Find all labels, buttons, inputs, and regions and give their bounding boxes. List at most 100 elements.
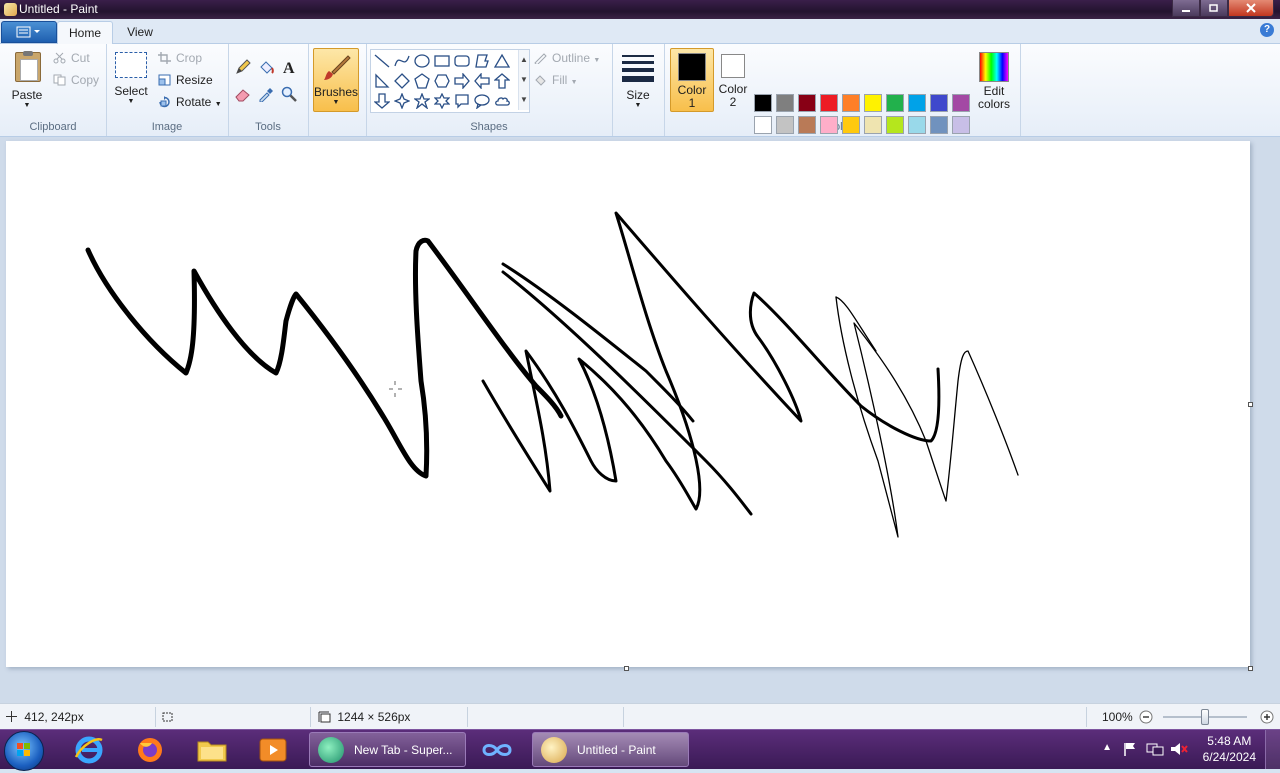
palette-color-swatch[interactable] (864, 94, 882, 112)
palette-color-swatch[interactable] (798, 94, 816, 112)
resize-handle-bottom[interactable] (624, 666, 629, 671)
brushes-button[interactable]: Brushes ▼ (313, 48, 359, 112)
taskbar-infinity-app[interactable] (470, 733, 524, 767)
brushes-dropdown-icon[interactable]: ▼ (314, 99, 358, 106)
paint-menu-button[interactable] (1, 21, 57, 43)
five-point-star-shape[interactable] (412, 91, 432, 111)
palette-color-swatch[interactable] (820, 94, 838, 112)
close-button[interactable] (1228, 0, 1274, 17)
curve-shape[interactable] (392, 51, 412, 71)
rounded-callout-shape[interactable] (452, 91, 472, 111)
taskbar-firefox[interactable] (123, 733, 177, 767)
outline-dropdown-icon[interactable]: ▼ (593, 57, 600, 64)
triangle-shape[interactable] (492, 51, 512, 71)
palette-color-swatch[interactable] (930, 116, 948, 134)
six-point-star-shape[interactable] (432, 91, 452, 111)
taskbar-task-new-tab[interactable]: New Tab - Super... (309, 732, 466, 767)
size-button[interactable]: Size ▼ (618, 48, 658, 109)
pentagon-shape[interactable] (412, 71, 432, 91)
edit-colors-button[interactable]: Edit colors (976, 48, 1012, 111)
palette-color-swatch[interactable] (886, 94, 904, 112)
paste-button[interactable]: Paste ▼ (8, 50, 46, 109)
maximize-button[interactable] (1200, 0, 1228, 17)
minimize-button[interactable] (1172, 0, 1200, 17)
tab-view[interactable]: View (117, 21, 163, 43)
rotate-dropdown-icon[interactable]: ▼ (215, 101, 222, 108)
zoom-slider-thumb[interactable] (1201, 709, 1209, 725)
palette-color-swatch[interactable] (886, 116, 904, 134)
paste-dropdown-icon[interactable]: ▼ (8, 102, 46, 109)
select-button[interactable]: Select ▼ (112, 52, 150, 105)
magnifier-tool[interactable] (279, 84, 299, 103)
shapes-scroll-down[interactable]: ▼ (518, 70, 529, 90)
taskbar-file-explorer[interactable] (185, 733, 239, 767)
palette-color-swatch[interactable] (908, 116, 926, 134)
taskbar-media-player[interactable] (246, 733, 300, 767)
size-dropdown-icon[interactable]: ▼ (618, 102, 658, 109)
resize-handle-right[interactable] (1248, 402, 1253, 407)
fill-tool[interactable] (256, 57, 276, 76)
palette-color-swatch[interactable] (842, 94, 860, 112)
shapes-scroll-up[interactable]: ▲ (518, 50, 529, 70)
fill-dropdown-icon[interactable]: ▼ (571, 79, 578, 86)
palette-color-swatch[interactable] (798, 116, 816, 134)
palette-color-swatch[interactable] (952, 116, 970, 134)
tray-expand-icon[interactable]: ▲ (1102, 742, 1112, 753)
color1-button[interactable]: Color 1 (670, 48, 714, 112)
color2-button[interactable]: Color 2 (712, 48, 754, 110)
color-picker-tool[interactable] (256, 84, 276, 103)
paint-app-icon[interactable] (4, 3, 17, 16)
line-shape[interactable] (372, 51, 392, 71)
taskbar-task-paint[interactable]: Untitled - Paint (532, 732, 689, 767)
down-arrow-shape[interactable] (372, 91, 392, 111)
resize-button[interactable]: Resize (158, 71, 213, 89)
volume-muted-icon[interactable] (1170, 741, 1188, 757)
taskbar-internet-explorer[interactable] (62, 733, 116, 767)
palette-color-swatch[interactable] (754, 116, 772, 134)
action-center-flag-icon[interactable] (1122, 741, 1138, 757)
palette-color-swatch[interactable] (776, 94, 794, 112)
select-dropdown-icon[interactable]: ▼ (112, 98, 150, 105)
rectangle-shape[interactable] (432, 51, 452, 71)
zoom-out-button[interactable] (1139, 710, 1153, 724)
palette-color-swatch[interactable] (776, 116, 794, 134)
up-arrow-shape[interactable] (492, 71, 512, 91)
palette-color-swatch[interactable] (908, 94, 926, 112)
crop-button[interactable]: Crop (158, 49, 202, 67)
palette-color-swatch[interactable] (930, 94, 948, 112)
system-clock[interactable]: 5:48 AM 6/24/2024 (1203, 733, 1256, 765)
rounded-rectangle-shape[interactable] (452, 51, 472, 71)
pencil-tool[interactable] (233, 57, 253, 76)
eraser-tool[interactable] (233, 84, 253, 103)
show-desktop-button[interactable] (1265, 730, 1280, 769)
resize-handle-corner[interactable] (1248, 666, 1253, 671)
help-icon[interactable]: ? (1260, 23, 1274, 37)
palette-color-swatch[interactable] (842, 116, 860, 134)
network-icon[interactable] (1146, 741, 1164, 757)
palette-color-swatch[interactable] (952, 94, 970, 112)
rotate-button[interactable]: Rotate ▼ (158, 93, 222, 111)
oval-callout-shape[interactable] (472, 91, 492, 111)
right-triangle-shape[interactable] (372, 71, 392, 91)
four-point-star-shape[interactable] (392, 91, 412, 111)
fill-button[interactable]: Fill ▼ (534, 71, 578, 89)
diamond-shape[interactable] (392, 71, 412, 91)
drawing-canvas[interactable] (6, 141, 1250, 667)
text-tool[interactable]: A (279, 57, 299, 76)
start-button[interactable] (4, 731, 44, 771)
copy-button[interactable]: Copy (53, 71, 99, 89)
palette-color-swatch[interactable] (754, 94, 772, 112)
polygon-shape[interactable] (472, 51, 492, 71)
right-arrow-shape[interactable] (452, 71, 472, 91)
zoom-in-button[interactable] (1260, 710, 1274, 724)
cut-button[interactable]: Cut (53, 49, 90, 67)
outline-button[interactable]: Outline ▼ (534, 49, 600, 67)
left-arrow-shape[interactable] (472, 71, 492, 91)
cloud-callout-shape[interactable] (492, 91, 512, 111)
hexagon-shape[interactable] (432, 71, 452, 91)
tab-home[interactable]: Home (57, 21, 113, 44)
palette-color-swatch[interactable] (820, 116, 838, 134)
palette-color-swatch[interactable] (864, 116, 882, 134)
shapes-more[interactable]: ▼ (518, 90, 529, 110)
oval-shape[interactable] (412, 51, 432, 71)
